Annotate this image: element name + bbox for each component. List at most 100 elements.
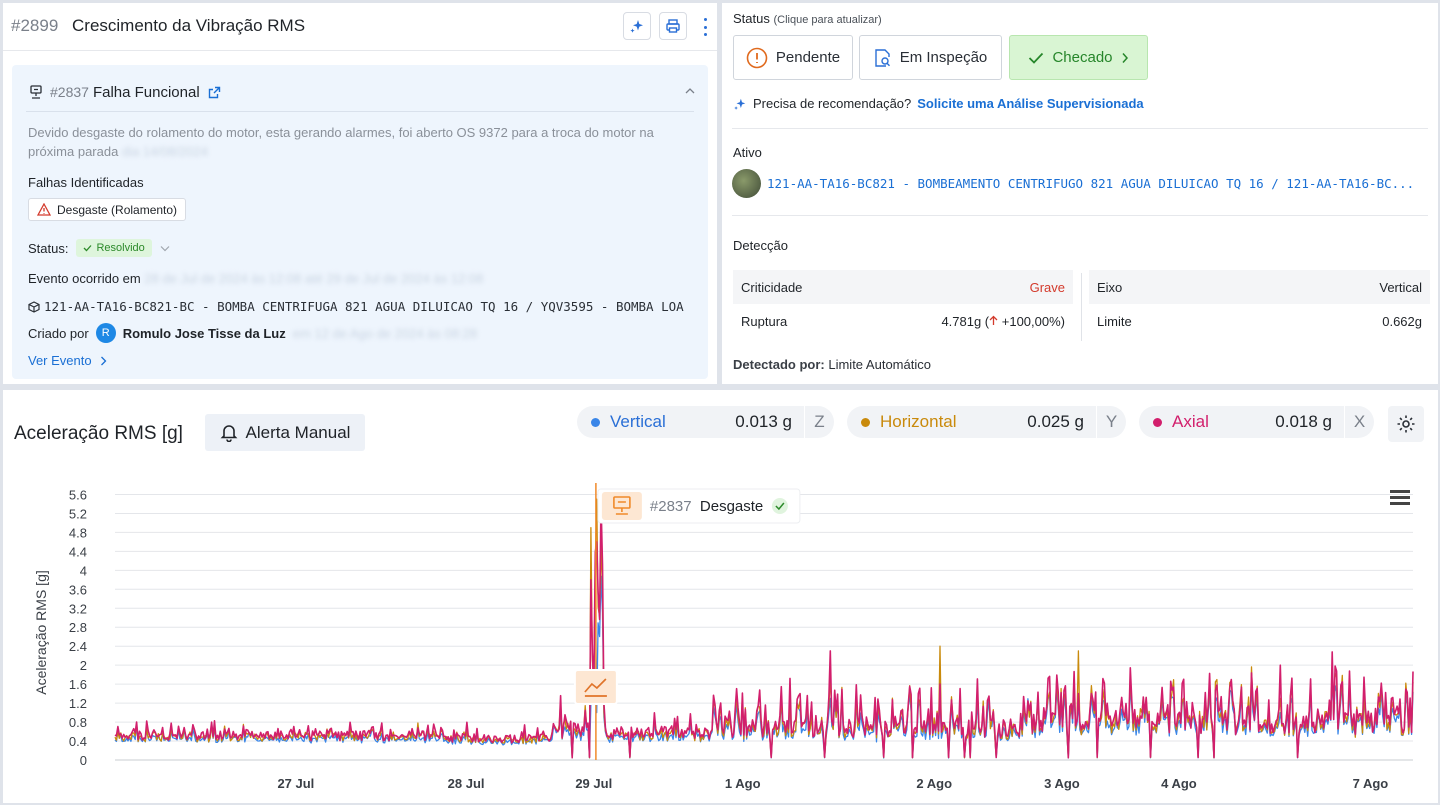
y-tick-label: 1.2	[69, 696, 87, 711]
event-asset-text: 121-AA-TA16-BC821-BC - BOMBA CENTRIFUGA …	[44, 299, 684, 314]
sparkle-icon	[734, 98, 746, 110]
rupture-value-group: 4.781g ( +100,00%)	[941, 314, 1065, 329]
status-label: Status:	[28, 240, 69, 256]
criticality-row: Criticidade Grave	[733, 270, 1073, 304]
sparkle-icon	[630, 20, 643, 33]
y-tick-label: 2.4	[69, 639, 87, 654]
y-tick-label: 0.8	[69, 715, 87, 730]
chevron-down-icon[interactable]	[160, 245, 170, 252]
supervised-analysis-link[interactable]: Solicite uma Análise Supervisionada	[917, 96, 1143, 111]
chevron-up-icon[interactable]	[685, 87, 695, 94]
fault-chip: Desgaste (Rolamento)	[28, 198, 187, 221]
chart-menu-icon[interactable]	[1390, 490, 1410, 505]
divider	[1081, 273, 1082, 341]
y-tick-label: 4.4	[69, 544, 87, 559]
occurred-label: Evento ocorrido em	[28, 271, 141, 286]
asset-heading: Ativo	[733, 145, 762, 160]
created-blurred: em 12 de Ago de 2024 às 08:28	[292, 325, 478, 341]
document-search-icon	[875, 48, 890, 67]
x-ticks: 27 Jul 28 Jul 29 Jul 1 Ago 2 Ago 3 Ago 4 Ago 7 …	[277, 776, 1388, 791]
external-link-icon[interactable]	[208, 86, 221, 99]
rupture-row: Ruptura 4.781g ( +100,00%)	[733, 304, 1073, 338]
asset-link[interactable]: 121-AA-TA16-BC821 - BOMBEAMENTO CENTRIFU…	[767, 176, 1414, 191]
detection-heading: Detecção	[733, 238, 788, 253]
event-description-blurred: dia 14/08/2024	[121, 144, 208, 159]
creator-name: Romulo Jose Tisse da Luz	[122, 325, 286, 341]
detection-left-table: Criticidade Grave Ruptura 4.781g ( +100,…	[733, 270, 1073, 338]
view-event-label: Ver Evento	[28, 353, 92, 368]
status-row: Status: Resolvido	[28, 239, 170, 257]
status-badge[interactable]: Resolvido	[76, 239, 152, 257]
status-heading: Status (Clique para atualizar)	[733, 11, 882, 26]
checked-label: Checado	[1052, 49, 1113, 66]
more-options-icon[interactable]	[700, 16, 710, 38]
arrow-up-icon	[989, 315, 998, 325]
detail-title: Crescimento da Vibração RMS	[72, 16, 306, 35]
axis-row: Eixo Vertical	[1089, 270, 1430, 304]
rupture-pct: +100,00%)	[998, 313, 1065, 329]
y-tick-label: 5.2	[69, 506, 87, 521]
warning-icon	[37, 203, 51, 216]
created-row: Criado por R Romulo Jose Tisse da Luz em…	[28, 323, 477, 343]
printer-icon	[666, 19, 680, 33]
criticality-label: Criticidade	[741, 279, 803, 295]
x-tick-label: 27 Jul	[277, 776, 314, 791]
x-tick-label: 29 Jul	[575, 776, 612, 791]
view-event-link[interactable]: Ver Evento	[28, 353, 107, 368]
y-tick-label: 1.6	[69, 677, 87, 692]
occurred-row: Evento ocorrido em 28 de Jul de 2024 às …	[28, 271, 483, 286]
occurred-blurred: 28 de Jul de 2024 às 12:08 até 29 de Jul…	[144, 271, 484, 286]
rupture-label: Ruptura	[741, 313, 788, 329]
detected-by-label: Detectado por:	[733, 357, 825, 372]
x-tick-label: 4 Ago	[1161, 776, 1197, 791]
event-id: #2837	[50, 84, 89, 100]
asset-row[interactable]: 121-AA-TA16-BC821 - BOMBEAMENTO CENTRIFU…	[732, 169, 1414, 198]
check-icon	[771, 498, 788, 514]
event-marker-label: Desgaste	[700, 498, 763, 515]
print-button[interactable]	[659, 12, 687, 40]
detection-right-table: Eixo Vertical Limite 0.662g	[1089, 270, 1430, 338]
event-card-header: #2837 Falha Funcional	[28, 82, 221, 102]
criticality-value: Grave	[1029, 279, 1065, 295]
y-tick-label: 3.6	[69, 582, 87, 597]
x-tick-label: 28 Jul	[448, 776, 485, 791]
inspection-button[interactable]: Em Inspeção	[859, 35, 1002, 80]
pending-label: Pendente	[775, 49, 841, 66]
chart-panel: Aceleração RMS [g] Alerta Manual Vertica…	[3, 390, 1438, 803]
y-tick-label: 2	[80, 658, 87, 673]
detected-by-value: Limite Automático	[828, 357, 931, 372]
divider	[732, 215, 1428, 216]
alert-circle-icon	[746, 47, 768, 68]
created-label: Criado por	[28, 325, 89, 341]
detected-by: Detectado por: Limite Automático	[733, 357, 931, 372]
rms-chart[interactable]: 00.40.81.21.622.42.83.23.644.44.85.25.6 …	[3, 390, 1438, 803]
axis-label: Eixo	[1097, 279, 1123, 295]
pending-button[interactable]: Pendente	[733, 35, 853, 80]
status-badge-label: Resolvido	[96, 242, 145, 254]
recommendation-text: Precisa de recomendação?	[753, 96, 912, 111]
fault-chip-label: Desgaste (Rolamento)	[57, 202, 178, 217]
divider	[26, 111, 694, 112]
axis-value: Vertical	[1379, 279, 1422, 295]
y-tick-label: 2.8	[69, 620, 87, 635]
chevron-right-icon	[1121, 52, 1128, 63]
event-description: Devido desgaste do rolamento do motor, e…	[28, 123, 698, 161]
avatar: R	[95, 323, 116, 343]
detail-id: #2899	[11, 16, 59, 35]
ai-sparkle-button[interactable]	[623, 12, 651, 40]
limit-label: Limite	[1097, 313, 1132, 329]
cube-icon	[28, 300, 40, 313]
inspection-label: Em Inspeção	[899, 49, 988, 66]
y-tick-label: 3.2	[69, 601, 87, 616]
status-hint: (Clique para atualizar)	[773, 14, 882, 26]
event-detail-panel: #2899 Crescimento da Vibração RMS #2837 …	[3, 3, 717, 384]
asset-thumbnail	[732, 169, 761, 198]
faults-label: Falhas Identificadas	[28, 175, 144, 190]
checked-button[interactable]: Checado	[1009, 35, 1148, 80]
series	[114, 498, 1414, 761]
y-tick-label: 4.8	[69, 525, 87, 540]
check-icon	[1029, 52, 1044, 64]
limit-row: Limite 0.662g	[1089, 304, 1430, 338]
rupture-value: 4.781g (	[941, 313, 990, 329]
event-marker-id: #2837	[650, 498, 692, 515]
